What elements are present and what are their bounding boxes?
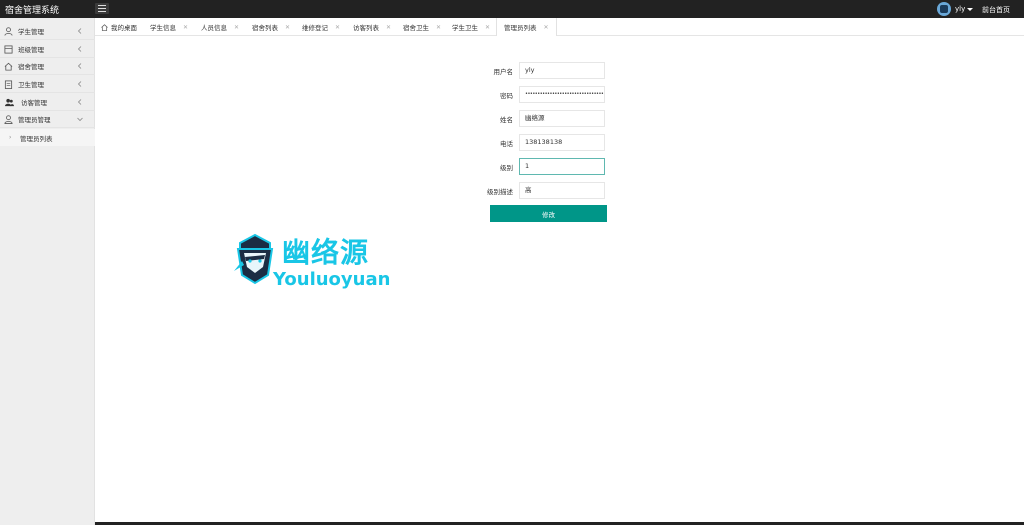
hamburger-icon: [98, 5, 106, 12]
tab-dorm-list[interactable]: 宿舍列表 ✕: [252, 18, 290, 36]
tab-visitor-list[interactable]: 访客列表 ✕: [353, 18, 391, 36]
form-row-level-desc: 级别描述 高: [95, 182, 1024, 199]
close-icon[interactable]: ✕: [285, 24, 290, 31]
chevron-left-icon: [77, 63, 82, 69]
tab-label: 我的桌面: [111, 24, 137, 32]
sidebar-item-hygiene[interactable]: 卫生管理: [0, 76, 95, 93]
admin-icon: [4, 114, 13, 124]
user-menu[interactable]: yly: [937, 2, 974, 16]
phone-input[interactable]: 138138138: [519, 134, 605, 151]
tab-student-info[interactable]: 学生信息 ✕: [150, 18, 188, 36]
sidebar-item-label: 学生管理: [18, 28, 44, 36]
tab-label: 人员信息: [201, 24, 227, 32]
users-icon: [5, 98, 14, 106]
top-bar: 宿舍管理系统 yly 前台首页: [0, 0, 1024, 18]
form-row-level: 级别 1: [95, 158, 1024, 175]
sidebar-item-label: 管理员管理: [18, 116, 51, 124]
tab-label: 维修登记: [302, 24, 328, 32]
app-title: 宿舍管理系统: [5, 6, 60, 16]
sidebar-item-label: 卫生管理: [18, 81, 44, 89]
caret-down-icon: [967, 7, 974, 11]
close-icon[interactable]: ✕: [485, 24, 490, 31]
tab-label: 宿舍列表: [252, 24, 278, 32]
tab-admin-list[interactable]: 管理员列表 ✕: [496, 18, 557, 36]
sidebar-item-label: 访客管理: [21, 99, 47, 107]
tab-desktop[interactable]: 我的桌面: [101, 18, 137, 36]
chevron-down-icon: [77, 117, 83, 122]
front-page-link[interactable]: 前台首页: [982, 5, 1010, 15]
home-icon: [101, 23, 108, 31]
level-label: 级别: [500, 164, 513, 172]
level-desc-input[interactable]: 高: [519, 182, 605, 199]
avatar: [937, 2, 951, 16]
sidebar-item-dorms[interactable]: 宿舍管理: [0, 58, 95, 75]
chevron-left-icon: [77, 28, 82, 34]
tab-dorm-hygiene[interactable]: 宿舍卫生 ✕: [403, 18, 441, 36]
menu-toggle-button[interactable]: [95, 3, 109, 14]
name-input[interactable]: 幽络源: [519, 110, 605, 127]
close-icon[interactable]: ✕: [386, 24, 391, 31]
sidebar: 学生管理 班级管理 宿舍管理 卫生管理 访客管理 管理员管理 › 管理员列表: [0, 18, 95, 525]
home-icon: [4, 62, 13, 71]
tab-staff-info[interactable]: 人员信息 ✕: [201, 18, 239, 36]
username-label: 用户名: [493, 68, 514, 76]
submit-button[interactable]: 修改: [490, 205, 607, 222]
username-input[interactable]: yly: [519, 62, 605, 79]
watermark-en-text: Youluoyuan: [273, 269, 391, 290]
close-icon[interactable]: ✕: [436, 24, 441, 31]
sidebar-item-visitors[interactable]: 访客管理: [0, 94, 95, 111]
close-icon[interactable]: ✕: [544, 24, 549, 31]
sidebar-item-label: 班级管理: [18, 46, 44, 54]
password-label: 密码: [500, 92, 513, 100]
form-row-password: 密码 ••••••••••••••••••••••••••••••••: [95, 86, 1024, 103]
tab-bar: 我的桌面 学生信息 ✕ 人员信息 ✕ 宿舍列表 ✕ 维修登记 ✕ 访客列表 ✕ …: [95, 18, 1024, 36]
form-row-name: 姓名 幽络源: [95, 110, 1024, 127]
tab-label: 学生卫生: [452, 24, 478, 32]
sidebar-subitem-label: 管理员列表: [20, 134, 53, 143]
name-label: 姓名: [500, 116, 513, 124]
sidebar-subitem-admin-list[interactable]: › 管理员列表: [0, 129, 95, 146]
tab-student-hygiene[interactable]: 学生卫生 ✕: [452, 18, 490, 36]
chevron-right-icon: ›: [9, 134, 12, 141]
sidebar-item-classes[interactable]: 班级管理: [0, 41, 95, 58]
sidebar-item-students[interactable]: 学生管理: [0, 23, 95, 40]
close-icon[interactable]: ✕: [183, 24, 188, 31]
form-row-username: 用户名 yly: [95, 62, 1024, 79]
chevron-left-icon: [77, 81, 82, 87]
close-icon[interactable]: ✕: [234, 24, 239, 31]
level-input[interactable]: 1: [519, 158, 605, 175]
sidebar-item-admins[interactable]: 管理员管理: [0, 111, 95, 128]
username: yly: [955, 5, 966, 13]
form-row-phone: 电话 138138138: [95, 134, 1024, 151]
phone-label: 电话: [500, 140, 513, 148]
tab-label: 管理员列表: [504, 24, 537, 32]
chevron-left-icon: [77, 99, 82, 105]
level-desc-label: 级别描述: [487, 188, 513, 196]
tab-label: 宿舍卫生: [403, 24, 429, 32]
sidebar-item-label: 宿舍管理: [18, 63, 44, 71]
password-input[interactable]: ••••••••••••••••••••••••••••••••: [519, 86, 605, 103]
tab-label: 访客列表: [353, 24, 379, 32]
watermark-cn-text: 幽络源: [282, 236, 370, 269]
user-icon: [4, 26, 13, 36]
watermark: 幽络源 Youluoyuan: [230, 231, 410, 291]
tab-label: 学生信息: [150, 24, 176, 32]
clipboard-icon: [4, 79, 13, 89]
tab-repair[interactable]: 维修登记 ✕: [302, 18, 340, 36]
class-icon: [4, 44, 13, 54]
chevron-left-icon: [77, 46, 82, 52]
close-icon[interactable]: ✕: [335, 24, 340, 31]
